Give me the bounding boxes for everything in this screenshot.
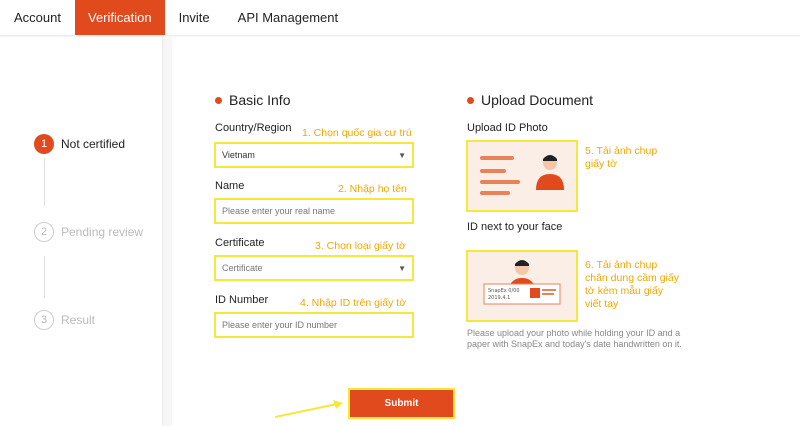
- step-label: Not certified: [61, 137, 126, 151]
- country-label: Country/Region: [215, 122, 292, 134]
- id-number-label: ID Number: [215, 294, 269, 306]
- name-input[interactable]: Please enter your real name: [214, 198, 414, 224]
- step-label: Pending review: [61, 225, 144, 239]
- chevron-down-icon: ▼: [398, 150, 406, 160]
- id-number-hint: 4. Nhập ID trên giấy tờ: [300, 297, 407, 309]
- basic-info-title: Basic Info: [215, 92, 290, 108]
- tab-account[interactable]: Account: [0, 0, 75, 35]
- bullet-dot: [215, 96, 222, 104]
- country-value: Vietnam: [222, 150, 255, 160]
- name-placeholder: Please enter your real name: [222, 206, 336, 216]
- country-hint: 1. Chọn quốc gia cư trú: [302, 127, 412, 139]
- chevron-down-icon: ▼: [398, 263, 406, 273]
- certificate-label: Certificate: [215, 237, 265, 249]
- tab-verification[interactable]: Verification: [74, 0, 165, 35]
- certificate-select[interactable]: Certificate ▼: [214, 255, 414, 281]
- id-card-illustration: [468, 142, 576, 210]
- step-label: Result: [61, 313, 96, 327]
- id-next-to-face-label: ID next to your face: [467, 221, 563, 233]
- submit-label: Submit: [384, 398, 419, 409]
- country-select[interactable]: Vietnam ▼: [214, 142, 414, 168]
- submit-button[interactable]: Submit: [348, 388, 455, 419]
- selfie-illustration: SnapEx 0/00 2019.4.1: [468, 252, 576, 320]
- step-number: 3: [34, 310, 54, 330]
- id-number-input[interactable]: Please enter your ID number: [214, 312, 414, 338]
- step-connector: [44, 158, 45, 206]
- upload-id-photo-area[interactable]: [466, 140, 578, 212]
- step-number: 1: [34, 134, 54, 154]
- certificate-value: Certificate: [222, 263, 263, 273]
- upload-id-photo-hint: 5. Tải ảnh chụp giấy tờ: [585, 145, 658, 170]
- upload-note: Please upload your photo while holding y…: [467, 328, 682, 349]
- steps-panel: 1 Not certified 2 Pending review 3 Resul…: [0, 37, 162, 426]
- upload-id-face-hint: 6. Tải ảnh chụp chân dung cầm giấy tờ kè…: [585, 259, 679, 310]
- step-number: 2: [34, 222, 54, 242]
- upload-id-photo-label: Upload ID Photo: [467, 122, 548, 134]
- top-nav: Account Verification Invite API Manageme…: [0, 0, 800, 36]
- paper-text: SnapEx 0/00: [488, 288, 520, 294]
- name-label: Name: [215, 180, 245, 192]
- paper-text: 2019.4.1: [488, 295, 510, 301]
- tab-api-management[interactable]: API Management: [224, 0, 352, 35]
- step-result: 3 Result: [34, 310, 95, 330]
- step-pending-review: 2 Pending review: [34, 222, 143, 242]
- name-hint: 2. Nhập họ tên: [338, 183, 407, 195]
- id-number-placeholder: Please enter your ID number: [222, 320, 338, 330]
- upload-document-title: Upload Document: [467, 92, 593, 108]
- upload-id-face-area[interactable]: SnapEx 0/00 2019.4.1: [466, 250, 578, 322]
- bullet-dot: [467, 96, 474, 104]
- step-connector: [44, 256, 45, 298]
- step-not-certified: 1 Not certified: [34, 134, 125, 154]
- tab-invite[interactable]: Invite: [165, 0, 224, 35]
- arrow-right-icon: [274, 400, 343, 418]
- certificate-hint: 3. Chọn loại giấy tờ: [315, 240, 406, 252]
